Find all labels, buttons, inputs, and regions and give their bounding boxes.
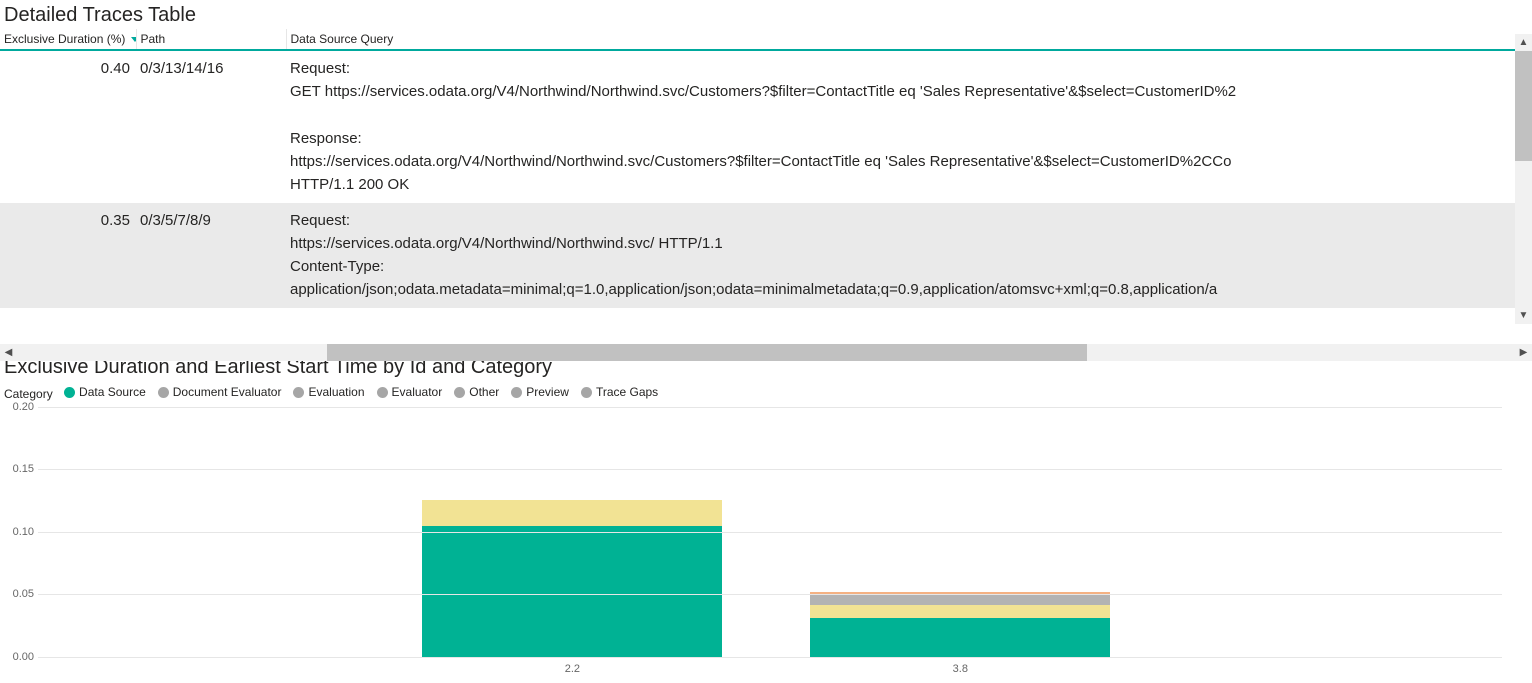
- y-tick-label: 0.15: [4, 463, 34, 475]
- gridline: [38, 594, 1502, 595]
- cell-duration: 0.40: [0, 50, 136, 203]
- bar-segment[interactable]: [810, 595, 1110, 605]
- traces-table: Exclusive Duration (%) Path Data Source …: [0, 29, 1520, 308]
- table-title: Detailed Traces Table: [0, 0, 1532, 29]
- horizontal-scroll-thumb[interactable]: [327, 344, 1087, 361]
- legend-item-label: Other: [469, 385, 499, 399]
- legend-swatch-icon: [454, 387, 465, 398]
- legend-item[interactable]: Evaluation: [293, 385, 364, 399]
- traces-table-container: Exclusive Duration (%) Path Data Source …: [0, 29, 1532, 329]
- y-axis: 0.000.050.100.150.20: [4, 407, 34, 657]
- vertical-scroll-thumb[interactable]: [1515, 51, 1532, 161]
- bar-segment[interactable]: [810, 618, 1110, 657]
- gridline: [38, 532, 1502, 533]
- bar-group[interactable]: 2.2: [422, 459, 722, 657]
- y-tick-label: 0.10: [4, 526, 34, 538]
- legend-item[interactable]: Other: [454, 385, 499, 399]
- legend-item-label: Data Source: [79, 385, 146, 399]
- col-header-duration-label: Exclusive Duration (%): [4, 32, 125, 46]
- scroll-up-icon[interactable]: ▲: [1515, 34, 1532, 51]
- legend-item[interactable]: Document Evaluator: [158, 385, 282, 399]
- col-header-duration[interactable]: Exclusive Duration (%): [0, 29, 136, 50]
- legend-swatch-icon: [158, 387, 169, 398]
- col-header-dsq[interactable]: Data Source Query: [286, 29, 1520, 50]
- bar-segment[interactable]: [422, 526, 722, 656]
- legend-item[interactable]: Trace Gaps: [581, 385, 658, 399]
- gridline: [38, 407, 1502, 408]
- legend-item[interactable]: Preview: [511, 385, 569, 399]
- legend-swatch-icon: [64, 387, 75, 398]
- scroll-right-icon[interactable]: ▶: [1515, 344, 1532, 361]
- legend-swatch-icon: [511, 387, 522, 398]
- legend-swatch-icon: [293, 387, 304, 398]
- legend-item[interactable]: Evaluator: [377, 385, 443, 399]
- sort-descending-icon: [131, 37, 136, 42]
- y-tick-label: 0.20: [4, 401, 34, 413]
- gridline: [38, 469, 1502, 470]
- cell-path: 0/3/13/14/16: [136, 50, 286, 203]
- chart-legend: Category Data Source Document Evaluator Ev…: [0, 381, 1532, 407]
- legend-item[interactable]: Data Source: [64, 385, 146, 399]
- col-header-path[interactable]: Path: [136, 29, 286, 50]
- legend-swatch-icon: [581, 387, 592, 398]
- chart-area: 0.000.050.100.150.20 2.23.8: [4, 407, 1502, 677]
- bar-segment[interactable]: [422, 500, 722, 526]
- legend-item-label: Trace Gaps: [596, 385, 658, 399]
- cell-dsq: Request: GET https://services.odata.org/…: [286, 50, 1520, 203]
- x-tick-label: 3.8: [810, 663, 1110, 675]
- legend-swatch-icon: [377, 387, 388, 398]
- table-row[interactable]: 0.350/3/5/7/8/9Request: https://services…: [0, 203, 1520, 308]
- bar-group[interactable]: 3.8: [810, 529, 1110, 657]
- scroll-left-icon[interactable]: ◀: [0, 344, 17, 361]
- vertical-scrollbar[interactable]: ▲ ▼: [1515, 51, 1532, 307]
- legend-item-label: Evaluator: [392, 385, 443, 399]
- legend-item-label: Preview: [526, 385, 569, 399]
- cell-duration: 0.35: [0, 203, 136, 308]
- cell-dsq: Request: https://services.odata.org/V4/N…: [286, 203, 1520, 308]
- chart-plot[interactable]: 2.2 3.8: [38, 407, 1502, 657]
- y-tick-label: 0.05: [4, 588, 34, 600]
- scroll-down-icon[interactable]: ▼: [1515, 307, 1532, 324]
- legend-item-label: Document Evaluator: [173, 385, 282, 399]
- horizontal-scrollbar[interactable]: ◀ ▶: [17, 344, 1515, 361]
- gridline: [38, 657, 1502, 658]
- legend-label: Category: [4, 387, 53, 401]
- cell-path: 0/3/5/7/8/9: [136, 203, 286, 308]
- x-tick-label: 2.2: [422, 663, 722, 675]
- bar-segment[interactable]: [810, 605, 1110, 618]
- table-row[interactable]: 0.400/3/13/14/16Request: GET https://ser…: [0, 50, 1520, 203]
- y-tick-label: 0.00: [4, 651, 34, 663]
- legend-item-label: Evaluation: [308, 385, 364, 399]
